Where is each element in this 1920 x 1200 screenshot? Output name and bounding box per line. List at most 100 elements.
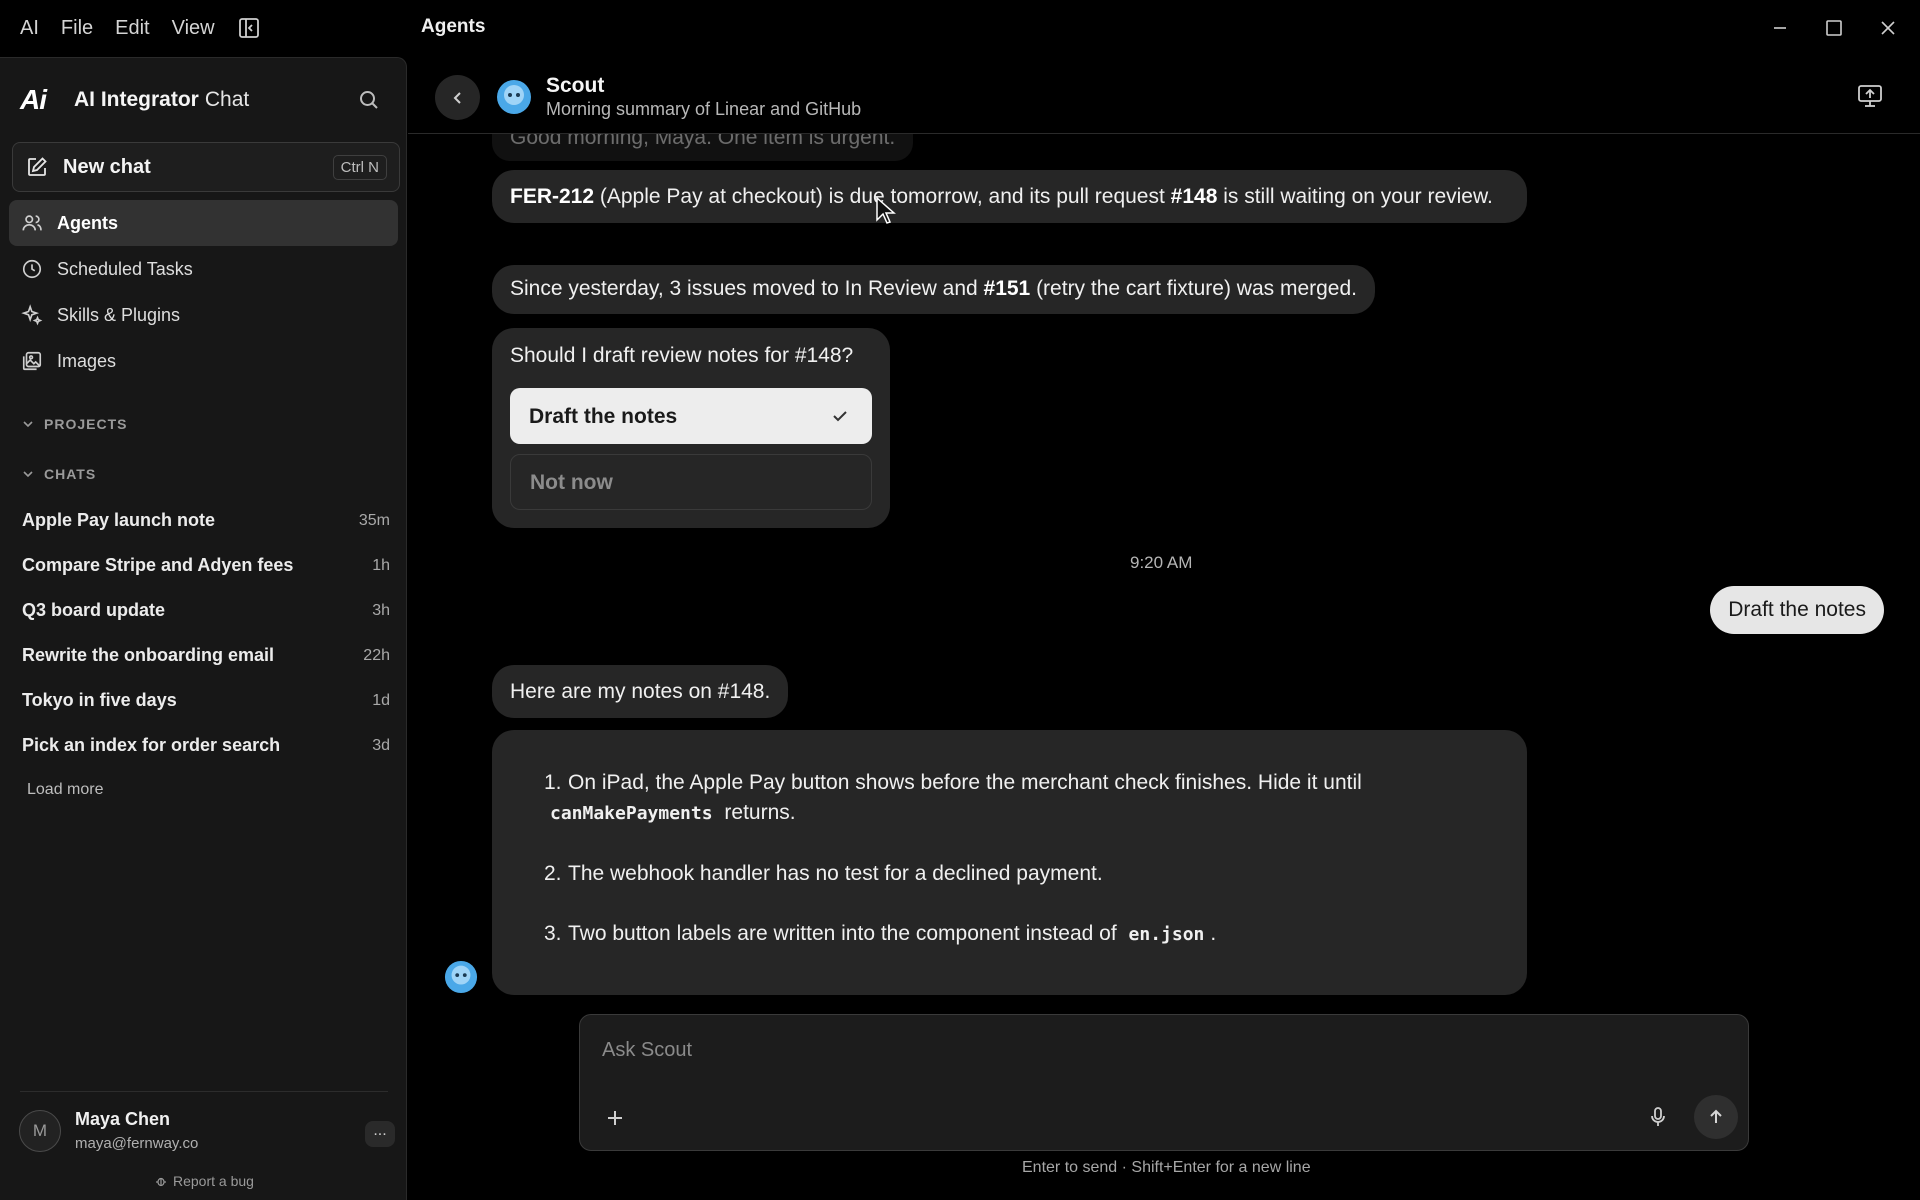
- message-text: Good morning, Maya. One item is urgent.: [510, 134, 896, 149]
- notes-card: 1. On iPad, the Apple Pay button shows be…: [492, 730, 1527, 995]
- list-item: 1. On iPad, the Apple Pay button shows be…: [544, 771, 1362, 824]
- list-item: 3. Two button labels are written into the…: [544, 922, 1217, 945]
- list-item[interactable]: Tokyo in five days 1d: [22, 678, 390, 723]
- back-button[interactable]: [435, 75, 480, 120]
- message-text: is still waiting on your review.: [1217, 185, 1493, 208]
- composer-hint: Enter to send · Shift+Enter for a new li…: [1022, 1159, 1311, 1176]
- choice-card: Should I draft review notes for #148? Dr…: [492, 328, 890, 528]
- check-icon: [833, 411, 847, 422]
- chat-title: Compare Stripe and Adyen fees: [22, 555, 294, 575]
- chat-title: Q3 board update: [22, 600, 166, 620]
- chats-section-toggle[interactable]: CHATS: [22, 466, 96, 482]
- toggle-sidebar-icon[interactable]: [237, 16, 261, 40]
- message-text: Here are my notes on #148.: [510, 680, 771, 703]
- mouse-cursor-icon: [876, 196, 896, 224]
- image-icon: [22, 351, 42, 371]
- menu-view[interactable]: View: [172, 17, 215, 40]
- sidebar-item-label: Skills & Plugins: [57, 304, 181, 325]
- sidebar-item-skills-plugins[interactable]: Skills & Plugins: [9, 292, 398, 338]
- sidebar-item-agents[interactable]: Agents: [9, 200, 398, 246]
- menu-file[interactable]: File: [61, 17, 93, 40]
- agent-message: FER-212 (Apple Pay at checkout) is due t…: [492, 170, 1527, 223]
- sparkle-icon: [21, 304, 43, 326]
- message-text: Draft the notes: [1728, 598, 1866, 621]
- list-item[interactable]: Pick an index for order search 3d: [22, 723, 390, 768]
- menu-bar: AI File Edit View: [20, 16, 261, 40]
- inline-code: en.json: [1128, 924, 1205, 945]
- user-message: Draft the notes: [1710, 586, 1884, 634]
- present-screen-icon[interactable]: [1856, 82, 1884, 110]
- question-text: Should I draft review notes for #148?: [510, 344, 854, 367]
- report-bug-label: Report a bug: [173, 1173, 254, 1189]
- window-title: Agents: [421, 16, 486, 37]
- message-text: Since yesterday, 3 issues moved to In Re…: [510, 277, 984, 300]
- chat-title: Rewrite the onboarding email: [22, 645, 275, 665]
- sidebar-item-label: Scheduled Tasks: [57, 258, 193, 279]
- chat-time: 3h: [372, 601, 390, 619]
- pr-number: #148: [1170, 185, 1218, 208]
- chat-time: 1d: [372, 691, 390, 709]
- brand-suffix: Chat: [204, 88, 250, 111]
- projects-section-toggle[interactable]: PROJECTS: [22, 416, 127, 432]
- brand-logo: Ai: [20, 84, 47, 115]
- chevron-down-icon: [23, 421, 33, 428]
- agent-message: Good morning, Maya. One item is urgent.: [492, 134, 914, 161]
- load-more-link[interactable]: Load more: [27, 781, 104, 799]
- chat-time: 1h: [372, 556, 390, 574]
- close-icon[interactable]: [1876, 14, 1900, 42]
- message-input[interactable]: [602, 1035, 1702, 1065]
- avatar: M: [19, 1109, 61, 1152]
- agent-avatar-icon: [444, 960, 478, 994]
- list-item[interactable]: Apple Pay launch note 35m: [22, 498, 390, 543]
- option-label: Draft the notes: [529, 404, 678, 428]
- search-icon[interactable]: [357, 88, 383, 114]
- microphone-icon[interactable]: [1646, 1105, 1670, 1129]
- minimize-icon[interactable]: [1768, 14, 1792, 42]
- agent-description: Morning summary of Linear and GitHub: [546, 99, 862, 119]
- agent-name: Scout: [546, 74, 605, 97]
- user-email: maya@fernway.co: [75, 1135, 199, 1152]
- new-chat-shortcut: Ctrl N: [332, 154, 387, 180]
- new-chat-button[interactable]: New chat Ctrl N: [12, 142, 400, 192]
- message-composer: [579, 1014, 1749, 1151]
- new-chat-label: New chat: [63, 155, 151, 178]
- more-options-button[interactable]: ...: [365, 1121, 395, 1147]
- user-profile[interactable]: M Maya Chen maya@fernway.co: [19, 1109, 198, 1152]
- list-item[interactable]: Rewrite the onboarding email 22h: [22, 633, 390, 678]
- chat-time: 3d: [372, 736, 390, 754]
- projects-heading: PROJECTS: [44, 416, 128, 432]
- option-not-now[interactable]: Not now: [510, 454, 872, 510]
- report-bug-link[interactable]: Report a bug: [155, 1173, 254, 1189]
- list-item[interactable]: Compare Stripe and Adyen fees 1h: [22, 543, 390, 588]
- issue-id: FER-212: [510, 185, 595, 208]
- list-item: 2. The webhook handler has no test for a …: [544, 862, 1103, 885]
- sidebar: Ai AI Integrator Chat New chat Ctrl N Age…: [0, 57, 407, 1200]
- chat-list: Apple Pay launch note 35m Compare Stripe …: [22, 498, 390, 768]
- maximize-icon[interactable]: [1822, 14, 1846, 42]
- message-timestamp: 9:20 AM: [1130, 553, 1193, 572]
- title-bar: AI File Edit View Agents: [0, 0, 1920, 56]
- menu-ai[interactable]: AI: [20, 17, 39, 40]
- option-label: Not now: [530, 470, 613, 494]
- chats-heading: CHATS: [44, 466, 97, 482]
- option-draft-notes[interactable]: Draft the notes: [510, 388, 872, 444]
- chat-title: Pick an index for order search: [22, 735, 281, 755]
- sidebar-item-scheduled-tasks[interactable]: Scheduled Tasks: [9, 246, 398, 292]
- menu-edit[interactable]: Edit: [115, 17, 149, 40]
- send-button[interactable]: [1694, 1095, 1738, 1139]
- conversation-header: Scout Morning summary of Linear and GitH…: [408, 57, 1920, 134]
- chat-title: Apple Pay launch note: [22, 510, 216, 530]
- chat-time: 22h: [363, 646, 390, 664]
- message-text: (retry the cart fixture) was merged.: [1030, 277, 1357, 300]
- user-name: Maya Chen: [75, 1109, 171, 1129]
- agent-avatar-icon: [497, 80, 531, 114]
- brand-name: AI Integrator: [74, 88, 199, 111]
- brand: Ai AI Integrator Chat: [20, 84, 249, 116]
- chevron-left-icon: [453, 91, 461, 104]
- inline-code: canMakePayments: [550, 803, 713, 824]
- attach-plus-icon[interactable]: [604, 1107, 626, 1129]
- sidebar-item-images[interactable]: Images: [9, 338, 398, 384]
- chevron-down-icon: [23, 471, 33, 478]
- bug-icon: [156, 1177, 166, 1187]
- list-item[interactable]: Q3 board update 3h: [22, 588, 390, 633]
